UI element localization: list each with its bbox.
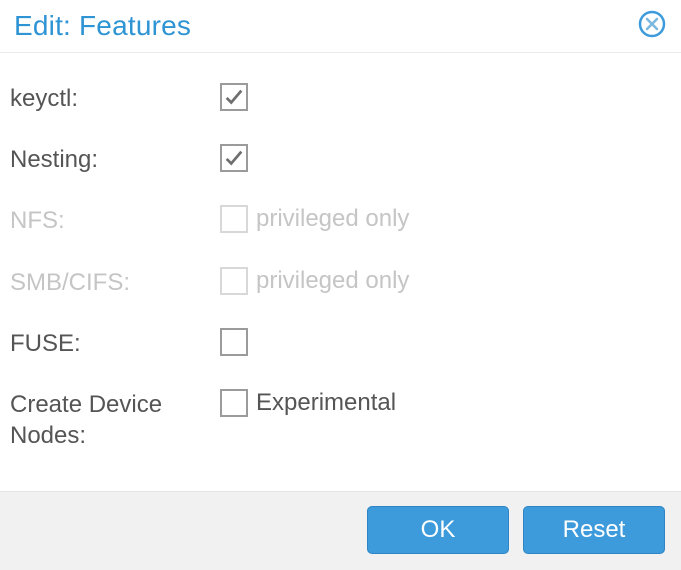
label-nesting: Nesting: bbox=[10, 144, 220, 175]
row-nfs: NFS: privileged only bbox=[10, 205, 671, 236]
checkmark-icon bbox=[223, 147, 245, 169]
row-nesting: Nesting: bbox=[10, 144, 671, 175]
dialog-footer: OK Reset bbox=[0, 491, 681, 570]
label-nfs: NFS: bbox=[10, 205, 220, 236]
label-create-device-nodes: Create Device Nodes: bbox=[10, 389, 220, 451]
hint-nfs: privileged only bbox=[256, 205, 409, 233]
row-create-device-nodes: Create Device Nodes: Experimental bbox=[10, 389, 671, 451]
reset-button[interactable]: Reset bbox=[523, 506, 665, 554]
row-smb: SMB/CIFS: privileged only bbox=[10, 267, 671, 298]
checkmark-icon bbox=[223, 86, 245, 108]
checkbox-smb bbox=[220, 267, 248, 295]
edit-features-dialog: Edit: Features keyctl: bbox=[0, 0, 681, 547]
control-smb: privileged only bbox=[220, 267, 409, 295]
control-fuse bbox=[220, 328, 248, 356]
ok-button[interactable]: OK bbox=[367, 506, 509, 554]
checkbox-create-device-nodes[interactable] bbox=[220, 389, 248, 417]
checkbox-fuse[interactable] bbox=[220, 328, 248, 356]
close-button[interactable] bbox=[637, 11, 667, 41]
hint-create-device-nodes: Experimental bbox=[256, 389, 396, 417]
row-fuse: FUSE: bbox=[10, 328, 671, 359]
checkbox-nfs bbox=[220, 205, 248, 233]
label-smb: SMB/CIFS: bbox=[10, 267, 220, 298]
dialog-header: Edit: Features bbox=[0, 0, 681, 53]
close-icon bbox=[638, 10, 666, 43]
label-fuse: FUSE: bbox=[10, 328, 220, 359]
control-create-device-nodes: Experimental bbox=[220, 389, 396, 417]
checkbox-nesting[interactable] bbox=[220, 144, 248, 172]
row-keyctl: keyctl: bbox=[10, 83, 671, 114]
control-nfs: privileged only bbox=[220, 205, 409, 233]
dialog-body: keyctl: Nesting: NFS: bbox=[0, 53, 681, 491]
checkbox-keyctl[interactable] bbox=[220, 83, 248, 111]
control-nesting bbox=[220, 144, 248, 172]
hint-smb: privileged only bbox=[256, 267, 409, 295]
control-keyctl bbox=[220, 83, 248, 111]
dialog-title: Edit: Features bbox=[14, 10, 191, 42]
label-keyctl: keyctl: bbox=[10, 83, 220, 114]
